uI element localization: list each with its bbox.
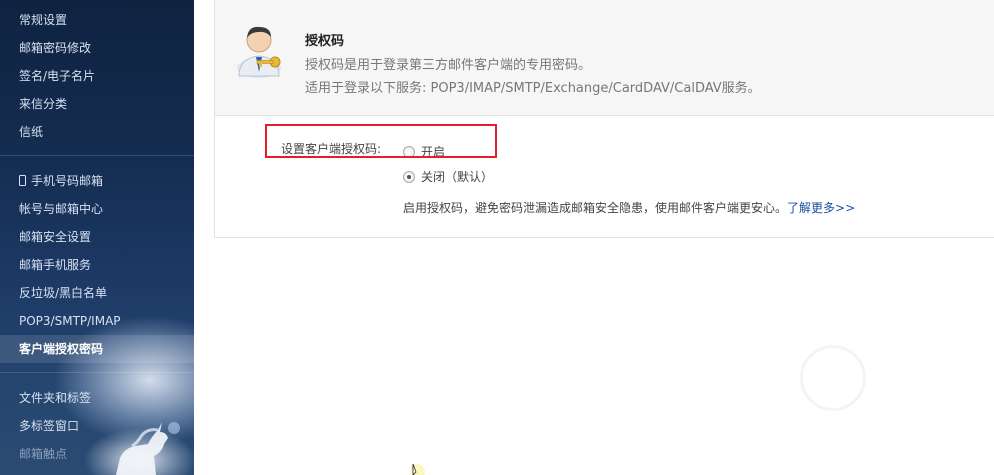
sidebar-item-account-center[interactable]: 帐号与邮箱中心	[0, 195, 194, 223]
header-description: 授权码是用于登录第三方邮件客户端的专用密码。	[305, 58, 592, 73]
sidebar-item-mail-filter[interactable]: 来信分类	[0, 90, 194, 118]
header-services: 适用于登录以下服务: POP3/IMAP/SMTP/Exchange/CardD…	[305, 81, 761, 96]
sidebar-item-stationery[interactable]: 信纸	[0, 118, 194, 146]
settings-sidebar: 常规设置 邮箱密码修改 签名/电子名片 来信分类 信纸 手机号码邮箱 帐号与邮箱…	[0, 0, 194, 475]
radio-disable-label: 关闭（默认）	[421, 170, 494, 184]
sidebar-item-mobile-service[interactable]: 邮箱手机服务	[0, 251, 194, 279]
learn-more-link[interactable]: 了解更多>>	[787, 201, 855, 215]
sidebar-item-pop3[interactable]: POP3/SMTP/IMAP	[0, 307, 194, 335]
unicorn-decoration-icon	[116, 422, 180, 475]
highlight-box	[265, 124, 497, 158]
sidebar-item-general[interactable]: 常规设置	[0, 6, 194, 34]
note-text: 启用授权码，避免密码泄漏造成邮箱安全隐患，使用邮件客户端更安心。	[403, 201, 788, 215]
phone-icon	[19, 175, 26, 186]
mouse-cursor-icon	[411, 464, 425, 475]
sidebar-item-antispam[interactable]: 反垃圾/黑白名单	[0, 279, 194, 307]
auth-note: 启用授权码，避免密码泄漏造成邮箱安全隐患，使用邮件客户端更安心。了解更多>>	[403, 199, 855, 216]
sidebar-item-client-auth[interactable]: 客户端授权密码	[0, 335, 194, 363]
sidebar-item-security[interactable]: 邮箱安全设置	[0, 223, 194, 251]
settings-page: 常规设置 邮箱密码修改 签名/电子名片 来信分类 信纸 手机号码邮箱 帐号与邮箱…	[0, 0, 994, 475]
sidebar-item-label: 手机号码邮箱	[31, 174, 104, 188]
radio-disable[interactable]: 关闭（默认）	[403, 168, 493, 185]
sidebar-divider	[0, 372, 194, 373]
radio-disable-circle[interactable]	[403, 170, 415, 183]
panel-header: 授权码 授权码是用于登录第三方邮件客户端的专用密码。 适用于登录以下服务: PO…	[215, 0, 994, 116]
page-title: 授权码	[305, 34, 345, 49]
auth-code-panel: 授权码 授权码是用于登录第三方邮件客户端的专用密码。 适用于登录以下服务: PO…	[214, 0, 994, 238]
sidebar-item-phone-mail[interactable]: 手机号码邮箱	[0, 167, 194, 195]
sidebar-item-folders[interactable]: 文件夹和标签	[0, 384, 194, 412]
sidebar-divider	[0, 155, 194, 156]
sidebar-item-signature[interactable]: 签名/电子名片	[0, 62, 194, 90]
sidebar-item-password[interactable]: 邮箱密码修改	[0, 34, 194, 62]
faint-watermark	[800, 345, 866, 411]
user-key-icon	[237, 26, 281, 78]
